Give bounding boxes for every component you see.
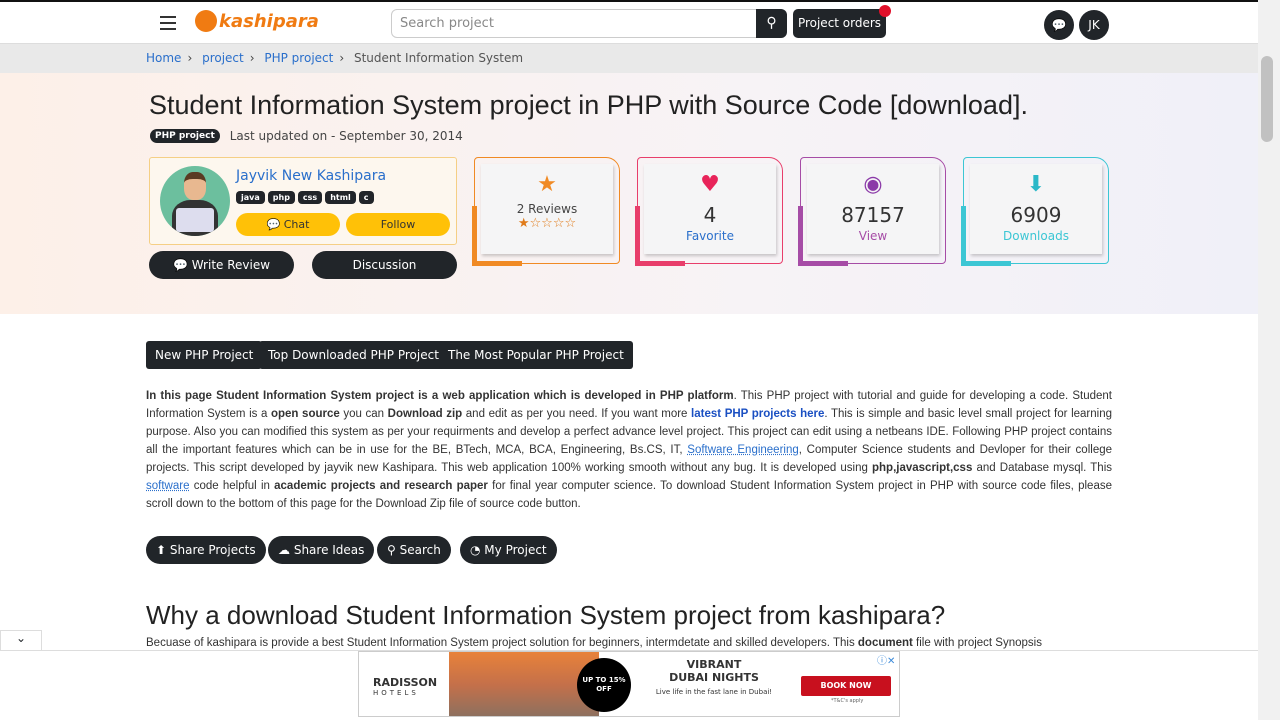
discussion-button[interactable]: Discussion bbox=[312, 251, 457, 279]
ad-brand: RADISSON HOTELS bbox=[373, 676, 438, 697]
scrollbar-thumb[interactable] bbox=[1261, 56, 1273, 142]
tag[interactable]: css bbox=[297, 191, 323, 204]
view-card[interactable]: ◉ 87157 View bbox=[798, 157, 946, 266]
heart-icon: ♥ bbox=[700, 172, 720, 197]
software-engineering-link[interactable]: Software Engineering bbox=[687, 444, 798, 456]
my-project-button[interactable]: ◔ My Project bbox=[460, 536, 557, 564]
write-review-label: Write Review bbox=[191, 258, 271, 272]
project-orders-button[interactable]: Project orders bbox=[793, 9, 886, 38]
new-php-project-button[interactable]: New PHP Project bbox=[146, 341, 263, 369]
tag[interactable]: c bbox=[358, 191, 374, 204]
chat-label: Chat bbox=[283, 218, 310, 231]
breadcrumb-home[interactable]: Home bbox=[146, 51, 181, 65]
tag[interactable]: php bbox=[267, 191, 295, 204]
hamburger-menu-icon[interactable] bbox=[160, 16, 176, 34]
search-label: Search bbox=[399, 543, 441, 557]
ad-tagline: Live life in the fast lane in Dubai! bbox=[655, 688, 773, 696]
favorite-count: 4 bbox=[703, 203, 717, 227]
view-count: 87157 bbox=[841, 203, 905, 227]
reviews-count: 2 Reviews bbox=[516, 202, 578, 216]
download-icon: ⬇ bbox=[1026, 172, 1046, 197]
breadcrumb-project[interactable]: project bbox=[202, 51, 244, 65]
breadcrumb-bar: Home › project › PHP project › Student Info… bbox=[0, 44, 1258, 73]
ad-book-now-button[interactable]: BOOK NOW bbox=[801, 676, 891, 696]
breadcrumb: Home › project › PHP project › Student Info… bbox=[146, 51, 524, 65]
user-avatar[interactable]: JK bbox=[1079, 10, 1109, 40]
ad-close-icon[interactable]: ⓘ✕ bbox=[877, 652, 895, 667]
downloads-label: Downloads bbox=[1003, 229, 1069, 243]
advertisement-banner[interactable]: RADISSON HOTELS UP TO 15% OFF VIBRANT DUBA… bbox=[358, 651, 900, 717]
author-name[interactable]: Jayvik New Kashipara bbox=[236, 168, 386, 184]
chat-button[interactable]: 💬 Chat bbox=[236, 213, 340, 236]
author-card: Jayvik New Kashipara java php css html c… bbox=[149, 157, 457, 245]
search-input[interactable]: Search project bbox=[391, 9, 757, 38]
notification-dot bbox=[879, 5, 891, 17]
breadcrumb-current: Student Information System bbox=[353, 51, 524, 65]
top-downloaded-button[interactable]: Top Downloaded PHP Project bbox=[259, 341, 448, 369]
description: In this page Student Information System … bbox=[146, 390, 1113, 510]
ad-headline-2: DUBAI NIGHTS bbox=[669, 671, 759, 684]
upload-icon: ⬆ bbox=[156, 543, 170, 557]
star-icon: ★ bbox=[537, 172, 557, 197]
rating-stars: ★☆☆☆☆ bbox=[517, 216, 577, 231]
share-ideas-label: Share Ideas bbox=[293, 543, 365, 557]
comment-icon: 💬 bbox=[172, 258, 192, 272]
my-project-label: My Project bbox=[484, 543, 547, 557]
follow-button[interactable]: Follow bbox=[346, 213, 450, 236]
favorite-card[interactable]: ♥ 4 Favorite bbox=[635, 157, 783, 266]
share-projects-button[interactable]: ⬆ Share Projects bbox=[146, 536, 266, 564]
ad-offer: UP TO 15% OFF bbox=[577, 658, 631, 712]
search-icon: ⚲ bbox=[387, 543, 400, 557]
breadcrumb-php-project[interactable]: PHP project bbox=[264, 51, 333, 65]
ad-fine-print: *T&C's apply bbox=[831, 698, 864, 704]
tag[interactable]: html bbox=[325, 191, 356, 204]
most-popular-button[interactable]: The Most Popular PHP Project bbox=[439, 341, 633, 369]
page-title: Student Information System project in PH… bbox=[149, 90, 1028, 120]
reviews-card[interactable]: ★ 2 Reviews ★☆☆☆☆ bbox=[472, 157, 620, 266]
logo-text: kashipara bbox=[219, 10, 319, 32]
section-text: Becuase of kashipara is provide a best S… bbox=[146, 637, 1042, 649]
write-review-button[interactable]: 💬 Write Review bbox=[149, 251, 294, 279]
ad-headline: VIBRANT bbox=[686, 658, 742, 671]
tag[interactable]: java bbox=[236, 191, 265, 204]
project-hero: Home › project › PHP project › Student Info… bbox=[0, 44, 1258, 314]
chat-bubble-icon: 💬 bbox=[266, 218, 284, 231]
top-navbar: kashipara Search project ⚲ Project order… bbox=[0, 0, 1258, 44]
eye-icon: ◉ bbox=[863, 172, 883, 197]
collapse-ad-chevron-icon[interactable]: ⌄ bbox=[0, 630, 42, 650]
view-label: View bbox=[858, 229, 888, 243]
logo[interactable]: kashipara bbox=[195, 10, 319, 32]
category-badge[interactable]: PHP project bbox=[150, 129, 220, 143]
dashboard-icon: ◔ bbox=[470, 543, 485, 557]
cloud-upload-icon: ☁ bbox=[278, 543, 294, 557]
chat-icon[interactable]: 💬 bbox=[1044, 10, 1074, 40]
search-projects-button[interactable]: ⚲ Search bbox=[377, 536, 451, 564]
downloads-card[interactable]: ⬇ 6909 Downloads bbox=[961, 157, 1109, 266]
software-link[interactable]: software bbox=[146, 480, 189, 492]
section-title: Why a download Student Information Syste… bbox=[146, 600, 946, 630]
share-projects-label: Share Projects bbox=[169, 543, 256, 557]
last-updated: Last updated on - September 30, 2014 bbox=[229, 129, 463, 143]
favorite-label: Favorite bbox=[686, 229, 734, 243]
author-avatar bbox=[160, 166, 230, 236]
download-count: 6909 bbox=[1010, 203, 1062, 227]
search-button[interactable]: ⚲ bbox=[756, 9, 787, 38]
latest-projects-link[interactable]: latest PHP projects here bbox=[691, 408, 824, 420]
share-ideas-button[interactable]: ☁ Share Ideas bbox=[268, 536, 375, 564]
